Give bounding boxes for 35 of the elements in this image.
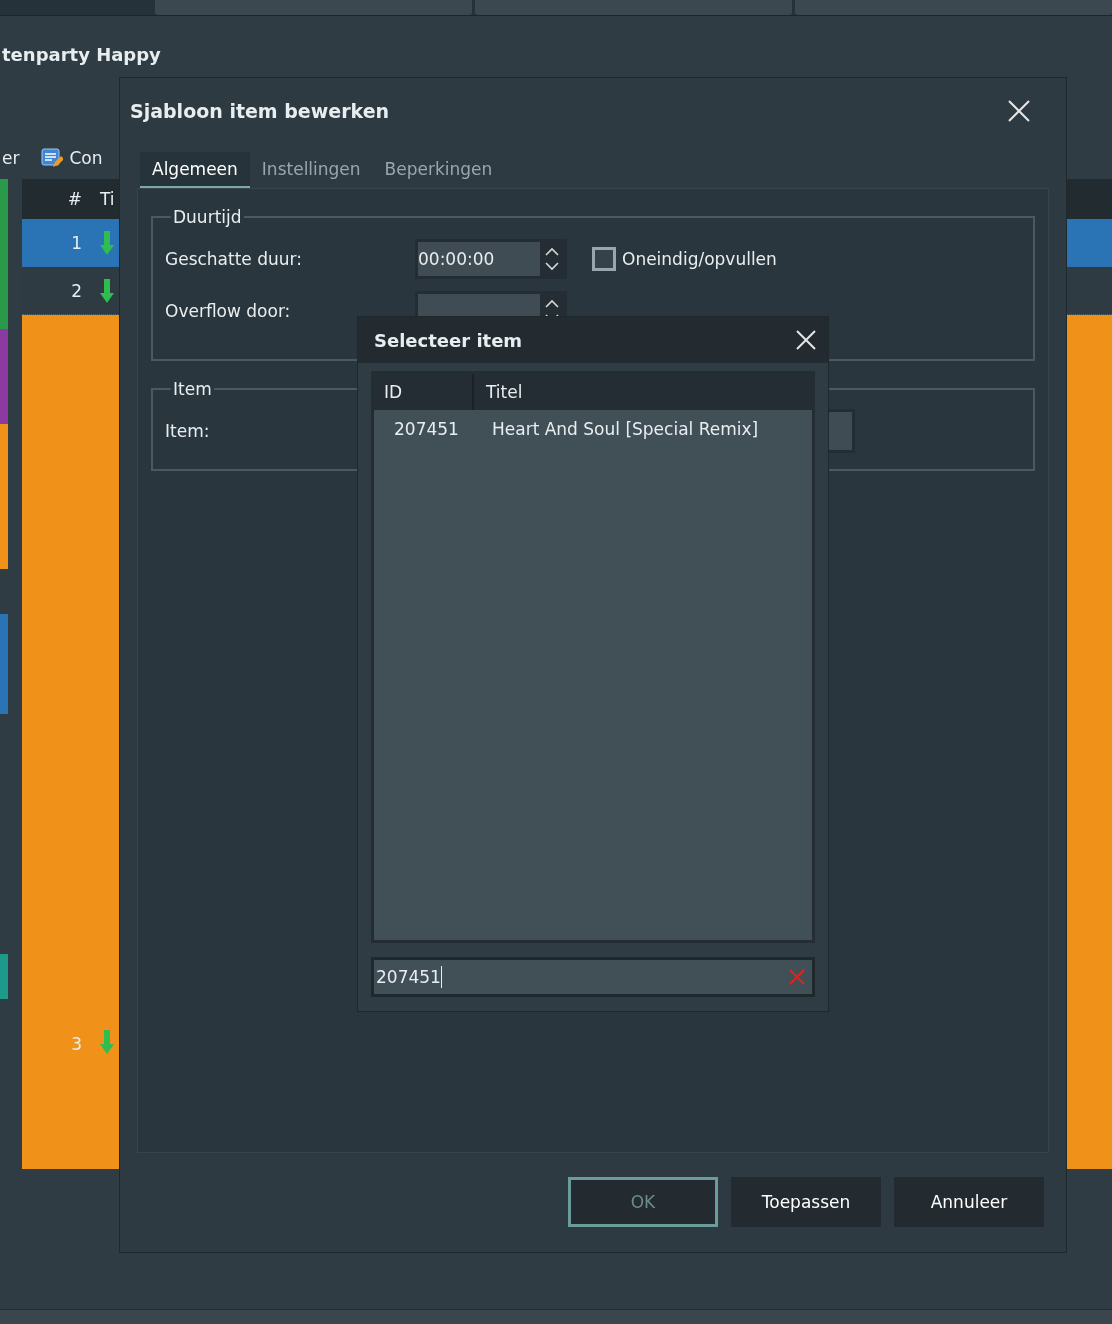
document-tab[interactable] [795,0,1112,15]
table-cell[interactable]: Heart And Soul [Special Remix] [480,419,759,439]
table-cell[interactable]: 207451 [374,419,480,439]
tab[interactable]: Algemeen [140,152,250,188]
search-field[interactable]: 207451 [371,957,815,997]
edit-document-icon [41,147,64,169]
row-number: 3 [70,1034,83,1054]
down-arrow-icon [100,230,114,255]
down-arrow-icon [100,278,114,303]
window-title: tenparty Happy [1,43,162,67]
document-tab[interactable] [155,0,472,15]
tab[interactable]: Instellingen [249,159,373,188]
document-tab[interactable] [475,0,792,15]
column-header[interactable]: ID [374,374,474,410]
group-title: Duurtijd [172,207,243,227]
close-icon[interactable] [1008,100,1030,122]
down-arrow-icon [100,1030,114,1054]
column-header[interactable]: # [22,189,92,209]
dialog-button[interactable]: Annuleer [894,1177,1044,1227]
dialog-button[interactable]: Toepassen [731,1177,881,1227]
tab[interactable]: Beperkingen [372,159,505,188]
toolbar-label[interactable]: er [2,148,20,168]
dialog-title: Sjabloon item bewerken [130,100,390,122]
field-label: Geschatte duur: [165,249,303,269]
close-icon[interactable] [796,330,816,350]
clear-icon[interactable] [788,968,806,986]
row-number: 1 [70,232,83,253]
column-header[interactable]: Titel [474,374,523,410]
row-number: 2 [70,280,83,301]
toolbar-button[interactable]: Con [41,147,103,169]
field-label: Overflow door: [165,301,292,321]
group-title: Item [172,379,213,399]
checkbox[interactable]: Oneindig/opvullen [592,247,777,271]
time-spinner[interactable]: 00:00:00 [415,239,567,279]
popup-title: Selecteer item [374,329,523,351]
